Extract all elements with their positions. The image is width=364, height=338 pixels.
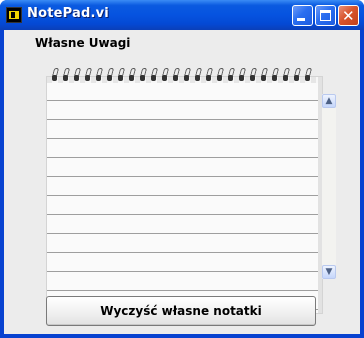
close-icon: ✕	[342, 7, 355, 25]
close-button[interactable]: ✕	[338, 5, 359, 26]
paper-line	[47, 138, 318, 139]
clear-notes-button-label: Wyczyść własne notatki	[100, 304, 262, 318]
spiral-ring	[194, 68, 203, 82]
maximize-icon	[320, 10, 331, 21]
spiral-binding	[51, 68, 321, 84]
scroll-up-button[interactable]: ▲	[322, 94, 336, 108]
scroll-down-arrow-icon: ▼	[325, 267, 333, 277]
spiral-ring	[150, 68, 159, 82]
minimize-icon	[297, 18, 305, 21]
spiral-ring	[260, 68, 269, 82]
spiral-ring	[95, 68, 104, 82]
spiral-ring	[304, 68, 313, 82]
paper-line	[47, 157, 318, 158]
scroll-up-arrow-icon: ▲	[325, 96, 333, 106]
spiral-ring	[227, 68, 236, 82]
spiral-ring	[84, 68, 93, 82]
notes-heading: Własne Uwagi	[35, 36, 131, 50]
spiral-ring	[62, 68, 71, 82]
labview-vi-icon[interactable]	[6, 7, 22, 23]
paper-line	[47, 195, 318, 196]
spiral-ring	[73, 68, 82, 82]
app-window: NotePad.vi ✕ Własne Uwagi ▲ ▼ Wyczyść wł…	[0, 0, 364, 338]
spiral-ring	[183, 68, 192, 82]
spiral-ring	[293, 68, 302, 82]
spiral-ring	[249, 68, 258, 82]
window-title: NotePad.vi	[27, 6, 109, 21]
spiral-ring	[238, 68, 247, 82]
spiral-ring	[205, 68, 214, 82]
paper-line	[47, 290, 318, 291]
paper-line	[47, 176, 318, 177]
minimize-button[interactable]	[292, 5, 313, 26]
front-panel: Własne Uwagi ▲ ▼ Wyczyść własne notatki	[4, 30, 360, 334]
spiral-ring	[128, 68, 137, 82]
clear-notes-button[interactable]: Wyczyść własne notatki	[46, 296, 316, 326]
scroll-down-button[interactable]: ▼	[322, 265, 336, 279]
spiral-ring	[172, 68, 181, 82]
spiral-ring	[139, 68, 148, 82]
spiral-ring	[216, 68, 225, 82]
spiral-ring	[106, 68, 115, 82]
spiral-ring	[161, 68, 170, 82]
title-bar[interactable]: NotePad.vi ✕	[0, 0, 364, 30]
paper-line	[47, 214, 318, 215]
spiral-ring	[282, 68, 291, 82]
paper-line	[47, 119, 318, 120]
spiral-ring	[51, 68, 60, 82]
notes-textarea[interactable]	[47, 77, 322, 313]
spiral-ring	[271, 68, 280, 82]
spiral-ring	[117, 68, 126, 82]
paper-line	[47, 252, 318, 253]
paper-line	[47, 271, 318, 272]
notes-scrollbar[interactable]: ▲ ▼	[322, 94, 336, 279]
paper-line	[47, 100, 318, 101]
maximize-button[interactable]	[315, 5, 336, 26]
paper-line	[47, 233, 318, 234]
